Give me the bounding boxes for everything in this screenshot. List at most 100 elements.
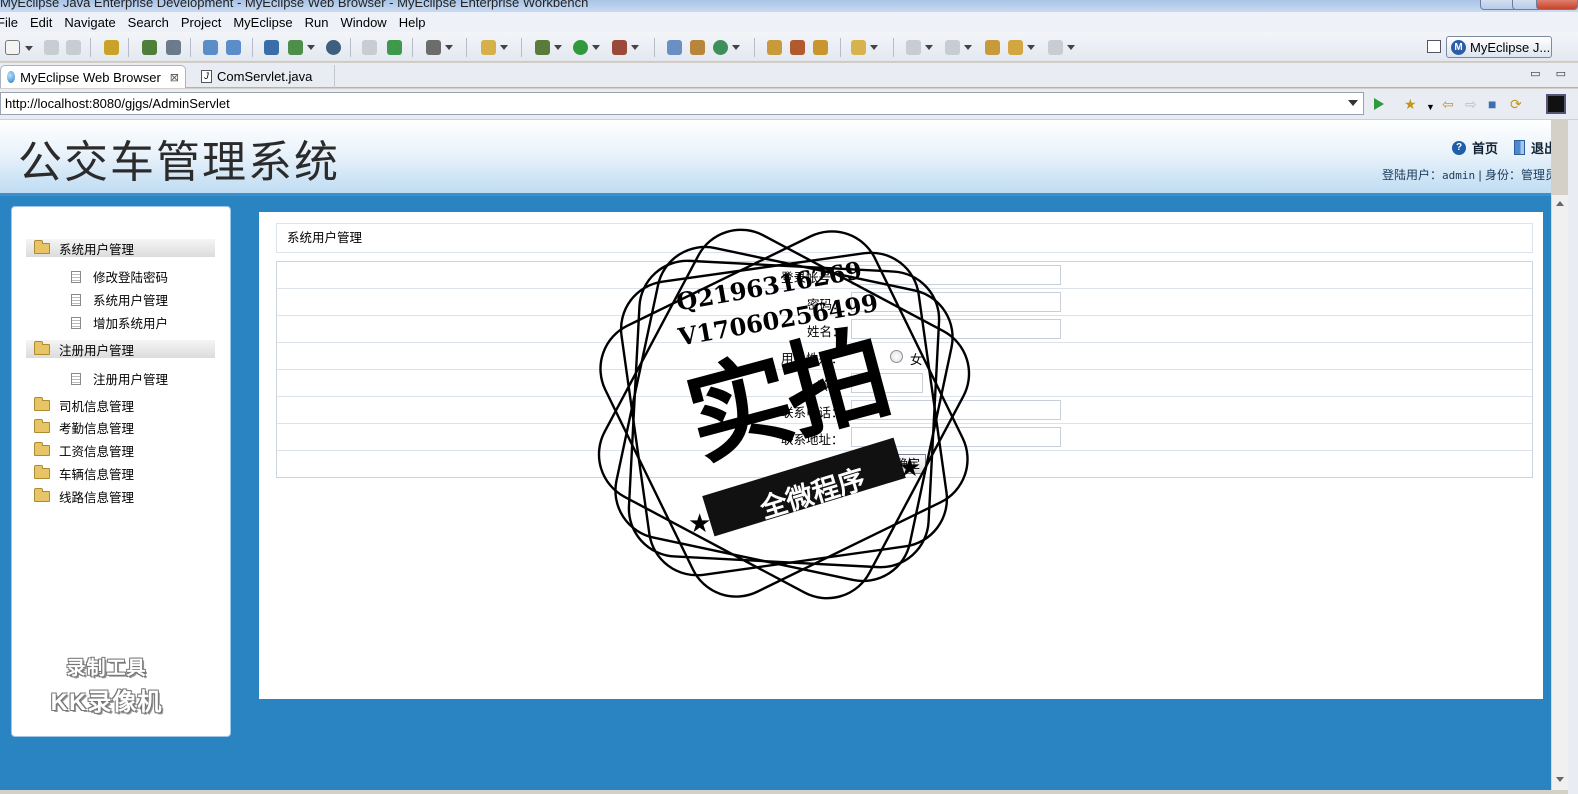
toolbar-separator: [654, 38, 655, 57]
menu-project[interactable]: Project: [175, 15, 227, 30]
url-dropdown-icon[interactable]: [1348, 100, 1358, 106]
wizard-icon[interactable]: [481, 40, 508, 55]
url-input[interactable]: http://localhost:8080/gjgs/AdminServlet: [0, 92, 1364, 115]
favorites-dropdown-icon[interactable]: ▼: [1426, 100, 1435, 114]
sidebar-group-registered-users[interactable]: 注册用户管理: [26, 340, 215, 358]
password-input[interactable]: [851, 292, 1061, 312]
sidebar-item-add-system-user[interactable]: 增加系统用户: [71, 313, 168, 332]
external-tools-icon[interactable]: [612, 40, 639, 55]
scroll-up-icon[interactable]: [1556, 201, 1564, 206]
form-row-phone: 联系电话：: [277, 397, 1532, 424]
menu-edit[interactable]: Edit: [24, 15, 58, 30]
sidebar-group-label: 系统用户管理: [59, 242, 135, 257]
tab-web-browser[interactable]: MyEclipse Web Browser ⊠: [0, 65, 186, 88]
sidebar-group-drivers[interactable]: 司机信息管理: [26, 396, 215, 414]
sidebar-item-label: 系统用户管理: [93, 294, 169, 308]
new-package-icon[interactable]: [690, 40, 705, 55]
refresh-icon[interactable]: ⟳: [1510, 97, 1522, 111]
minimize-maximize-icons[interactable]: ▭ ▭: [1530, 67, 1572, 80]
phone-input[interactable]: [851, 400, 1061, 420]
scroll-down-icon[interactable]: [1556, 777, 1564, 782]
prev-annotation-icon[interactable]: [945, 40, 972, 55]
browser-forward-icon[interactable]: ⇨: [1465, 97, 1477, 111]
home-link[interactable]: 首页: [1472, 138, 1498, 157]
sidebar-group-system-users[interactable]: 系统用户管理: [26, 239, 215, 257]
menu-myeclipse[interactable]: MyEclipse: [227, 15, 298, 30]
next-annotation-icon[interactable]: [906, 40, 933, 55]
perspective-button[interactable]: M MyEclipse J...: [1446, 36, 1552, 58]
stop-icon[interactable]: ■: [1488, 97, 1496, 111]
back-icon[interactable]: [1008, 40, 1035, 55]
toolbar-separator: [90, 38, 91, 57]
sidebar-group-salary[interactable]: 工资信息管理: [26, 441, 215, 459]
recorder-watermark-line2: KK录像机: [50, 689, 163, 716]
toolbar-separator: [412, 38, 413, 57]
debug-icon[interactable]: [142, 40, 157, 55]
user-prefix: 登陆用户：: [1382, 168, 1443, 182]
logout-link[interactable]: 退出: [1531, 138, 1551, 157]
open-type-icon[interactable]: [362, 40, 377, 55]
add-icon[interactable]: [387, 40, 402, 55]
menu-file[interactable]: File: [0, 15, 24, 30]
edit-icon[interactable]: [813, 40, 828, 55]
submit-button[interactable]: 确定: [890, 454, 926, 474]
last-edit-icon[interactable]: [985, 40, 1000, 55]
menu-search[interactable]: Search: [122, 15, 175, 30]
menu-bar: File Edit Navigate Search Project MyEcli…: [0, 12, 1578, 32]
web-page: 公交车管理系统 ? 首页 退出 登陆用户：admin | 身份：管理员 系统用户…: [0, 120, 1551, 790]
name-input[interactable]: [851, 319, 1061, 339]
run-icon[interactable]: [573, 40, 600, 55]
menu-help[interactable]: Help: [393, 15, 432, 30]
save-icon[interactable]: [44, 40, 59, 55]
menu-run[interactable]: Run: [299, 15, 335, 30]
terminal-icon[interactable]: [1546, 94, 1566, 114]
favorites-icon[interactable]: ★: [1404, 97, 1417, 111]
close-tab-icon[interactable]: ⊠: [170, 71, 179, 84]
sidebar-group-routes[interactable]: 线路信息管理: [26, 487, 215, 505]
folder-open-icon: [34, 239, 50, 254]
new-class-icon[interactable]: [667, 40, 682, 55]
toolbar-separator: [350, 38, 351, 57]
sidebar-group-vehicles[interactable]: 车辆信息管理: [26, 464, 215, 482]
deploy-icon[interactable]: [203, 40, 218, 55]
server-icon[interactable]: [166, 40, 181, 55]
gender-female-radio[interactable]: [890, 350, 903, 363]
package-icon[interactable]: [104, 40, 119, 55]
vertical-scrollbar[interactable]: [1551, 195, 1568, 790]
globe-icon[interactable]: [326, 40, 341, 55]
open-folder-icon[interactable]: [767, 40, 782, 55]
db-icon[interactable]: [264, 40, 279, 55]
new-icon[interactable]: [5, 40, 33, 55]
folder-icon[interactable]: [851, 40, 878, 55]
form-row-address: 联系地址：: [277, 424, 1532, 451]
age-input[interactable]: [851, 373, 923, 393]
sidebar-item-registered-user-manage[interactable]: 注册用户管理: [71, 369, 168, 388]
sidebar-item-change-password[interactable]: 修改登陆密码: [71, 267, 168, 286]
folder-icon: [34, 441, 50, 456]
tab-comservlet[interactable]: J ComServlet.java: [195, 65, 335, 88]
menu-navigate[interactable]: Navigate: [58, 15, 121, 30]
sidebar-group-label: 工资信息管理: [59, 444, 135, 459]
address-bar: http://localhost:8080/gjgs/AdminServlet …: [0, 89, 1578, 119]
close-window-button[interactable]: [1536, 0, 1578, 10]
print-icon[interactable]: [66, 40, 81, 55]
forward-icon[interactable]: [1048, 40, 1075, 55]
browser-back-icon[interactable]: ⇦: [1442, 97, 1454, 111]
camera-icon[interactable]: [426, 40, 453, 55]
account-input[interactable]: [851, 265, 1061, 285]
sidebar-item-system-user-manage[interactable]: 系统用户管理: [71, 290, 168, 309]
new-interface-icon[interactable]: [713, 40, 740, 55]
page-icon: [71, 316, 81, 329]
new-web-icon[interactable]: [288, 40, 315, 55]
toolbar-separator: [893, 38, 894, 57]
pen-icon[interactable]: [790, 40, 805, 55]
page-icon: [71, 293, 81, 306]
sidebar-group-attendance[interactable]: 考勤信息管理: [26, 418, 215, 436]
form-row-gender: 用户性别： 女: [277, 343, 1532, 370]
address-input[interactable]: [851, 427, 1061, 447]
bug-icon[interactable]: [535, 40, 562, 55]
go-icon[interactable]: [1374, 98, 1384, 110]
menu-window[interactable]: Window: [334, 15, 392, 30]
undeploy-icon[interactable]: [226, 40, 241, 55]
open-perspective-icon[interactable]: [1427, 40, 1441, 53]
